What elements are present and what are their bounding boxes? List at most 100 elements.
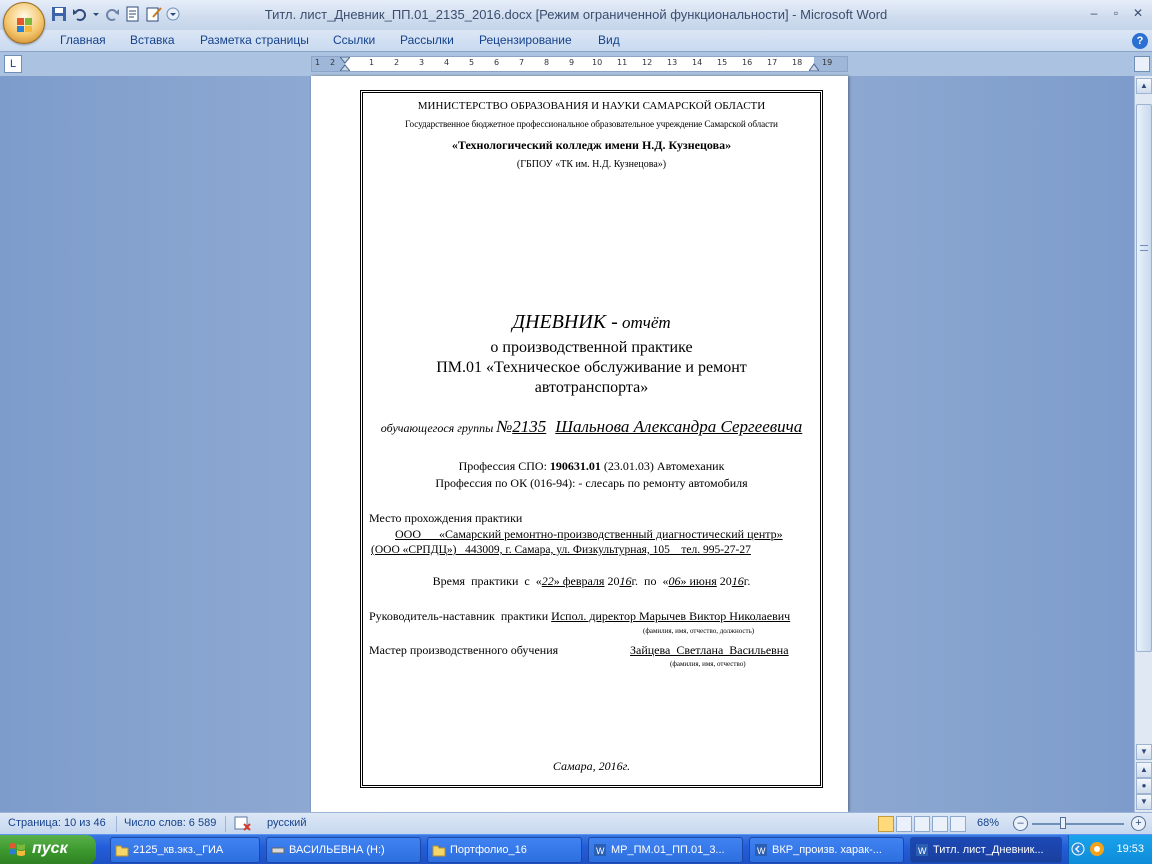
print-layout-view-icon[interactable] (878, 816, 894, 832)
next-page-icon[interactable]: ▼ (1136, 794, 1152, 810)
ruler-tick: 5 (469, 58, 475, 67)
taskbar-item-label: 2125_кв.экз._ГИА (133, 844, 224, 856)
subtitle-3: автотранспорта» (534, 379, 649, 396)
svg-text:W: W (757, 846, 766, 856)
svg-text:W: W (596, 846, 605, 856)
word-count[interactable]: Число слов: 6 589 (124, 817, 216, 829)
zoom-out-icon[interactable]: – (1013, 816, 1028, 831)
horizontal-ruler[interactable]: 1 2 1 2 3 4 5 6 7 8 9 10 11 12 13 14 15 … (311, 56, 848, 72)
student-line: обучающегося группы №2135 Шальнова Алекс… (363, 417, 820, 437)
ruler-tick: 4 (444, 58, 450, 67)
taskbar: пуск 2125_кв.экз._ГИА ВАСИЛЬЕВНА (H:) По… (0, 834, 1152, 864)
document-title: ДНЕВНИК - отчёт (363, 311, 820, 334)
language-indicator[interactable]: русский (267, 817, 306, 829)
tab-insert[interactable]: Вставка (130, 33, 175, 47)
zoom-in-icon[interactable]: + (1131, 816, 1146, 831)
start-button[interactable]: пуск (0, 835, 96, 864)
taskbar-item[interactable]: Портфолио_16 (427, 837, 582, 863)
institution-line: Государственное бюджетное профессиональн… (405, 119, 778, 129)
windows-flag-icon (9, 843, 25, 856)
tab-references[interactable]: Ссылки (333, 33, 375, 47)
window-title: Титл. лист_Дневник_ПП.01_2135_2016.docx … (264, 7, 888, 22)
ruler-tick: 13 (667, 58, 678, 67)
clock[interactable]: 19:53 (1116, 843, 1144, 855)
taskbar-item[interactable]: ВАСИЛЬЕВНА (H:) (266, 837, 421, 863)
zoom-level[interactable]: 68% (977, 817, 999, 829)
status-separator (116, 816, 117, 832)
spelling-check-icon[interactable] (234, 816, 252, 832)
document-area: МИНИСТЕРСТВО ОБРАЗОВАНИЯ И НАУКИ САМАРСК… (0, 76, 1134, 812)
zoom-slider[interactable] (1032, 823, 1124, 825)
subtitle-2: ПМ.01 «Техническое обслуживание и ремонт (436, 359, 747, 376)
select-browse-object-icon[interactable]: ● (1136, 778, 1152, 794)
page-count[interactable]: Страница: 10 из 46 (8, 817, 106, 829)
antivirus-icon[interactable] (1089, 841, 1105, 857)
title-sub: отчёт (617, 313, 671, 332)
view-ruler-icon[interactable] (1134, 56, 1150, 72)
outline-view-icon[interactable] (932, 816, 948, 832)
first-line-indent-marker-icon[interactable] (340, 57, 350, 71)
period-end-month: » июня (680, 574, 717, 588)
maximize-button[interactable]: ▫ (1104, 4, 1128, 22)
tab-stop-selector[interactable]: L (4, 55, 22, 73)
ruler-tick: 3 (419, 58, 425, 67)
right-indent-marker-icon[interactable] (809, 63, 819, 71)
zoom-slider-thumb[interactable] (1060, 817, 1066, 829)
tab-view[interactable]: Вид (598, 33, 620, 47)
word-document-icon: W (594, 844, 606, 856)
mentor-hint: (фамилия, имя, отчество, должность) (643, 627, 755, 635)
close-button[interactable]: ✕ (1126, 4, 1150, 22)
document-page[interactable]: МИНИСТЕРСТВО ОБРАЗОВАНИЯ И НАУКИ САМАРСК… (311, 76, 848, 812)
profession-label: Профессия СПО: (458, 459, 550, 473)
ministry-line: МИНИСТЕРСТВО ОБРАЗОВАНИЯ И НАУКИ САМАРСК… (417, 100, 766, 112)
start-label: пуск (32, 840, 68, 857)
taskbar-item[interactable]: 2125_кв.экз._ГИА (110, 837, 260, 863)
taskbar-item-label: МР_ПМ.01_ПП.01_3... (611, 844, 725, 856)
place-line-1: ООО «Самарский ремонтно-производственный… (395, 527, 783, 541)
taskbar-item-active[interactable]: W Титл. лист_Дневник... (910, 837, 1062, 863)
word-document-icon: W (916, 844, 928, 856)
mentor-label: Руководитель-наставник практики (369, 609, 552, 623)
scroll-up-icon[interactable]: ▲ (1136, 78, 1152, 94)
profession-code: 190631.01 (549, 459, 601, 473)
ruler-tick: 8 (544, 58, 550, 67)
ruler-tick: 15 (717, 58, 728, 67)
profession-rest: (23.01.03) Автомеханик (600, 459, 725, 473)
draft-view-icon[interactable] (950, 816, 966, 832)
period-to: г. по « (631, 574, 669, 588)
period-start-day: 22 (541, 574, 554, 588)
scroll-thumb[interactable] (1136, 104, 1152, 652)
period-end-year-b: 16 (731, 574, 744, 588)
page-content: МИНИСТЕРСТВО ОБРАЗОВАНИЯ И НАУКИ САМАРСК… (363, 93, 820, 785)
tray-expand-icon[interactable] (1071, 842, 1085, 856)
svg-text:W: W (918, 846, 927, 856)
tab-mailings[interactable]: Рассылки (400, 33, 454, 47)
tab-review[interactable]: Рецензирование (479, 33, 572, 47)
group-number: 2135 (512, 417, 547, 436)
scroll-down-icon[interactable]: ▼ (1136, 744, 1152, 760)
status-bar: Страница: 10 из 46 Число слов: 6 589 рус… (0, 812, 1152, 834)
full-screen-reading-icon[interactable] (896, 816, 912, 832)
period-start-year-b: 16 (619, 574, 632, 588)
ruler-tick: 10 (592, 58, 603, 67)
title-main: ДНЕВНИК - (512, 311, 618, 333)
office-button[interactable] (3, 2, 45, 44)
tab-home[interactable]: Главная (60, 33, 106, 47)
tab-page-layout[interactable]: Разметка страницы (200, 33, 309, 47)
ruler-tick: 11 (617, 58, 628, 67)
taskbar-item[interactable]: W МР_ПМ.01_ПП.01_3... (588, 837, 743, 863)
taskbar-item[interactable]: W ВКР_произв. харак-... (749, 837, 904, 863)
period-end-year-a: 20 (716, 574, 732, 588)
web-layout-icon[interactable] (914, 816, 930, 832)
vertical-scrollbar[interactable]: ▲ ▼ ▲ ● ▼ (1134, 76, 1152, 812)
ruler-tick: 7 (519, 58, 525, 67)
minimize-button[interactable]: – (1082, 4, 1106, 22)
previous-page-icon[interactable]: ▲ (1136, 762, 1152, 778)
student-name: Шальнова Александра Сергеевича (555, 417, 803, 436)
subtitle-1: о производственной практике (490, 339, 693, 356)
ruler-tick: 18 (792, 58, 803, 67)
mentor-value: Испол. директор Марычев Виктор Николаеви… (551, 609, 791, 623)
help-icon[interactable]: ? (1132, 33, 1148, 49)
footer-city-year: Самара, 2016г. (552, 759, 631, 773)
period-prefix: Время практики с « (432, 574, 542, 588)
